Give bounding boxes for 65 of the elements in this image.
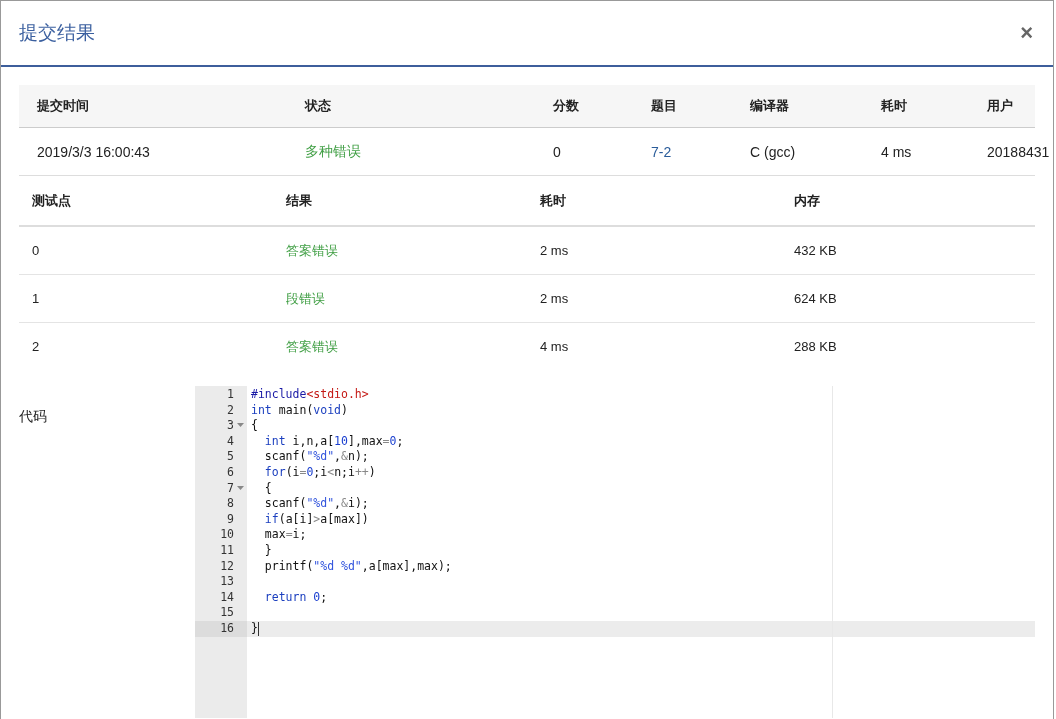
table-cell-text: 1 [32, 291, 41, 306]
table-cell-text: 0 [32, 243, 41, 258]
code-label: 代码 [19, 407, 48, 426]
code-line: #include<stdio.h> [251, 387, 369, 403]
line-number: 3 [227, 418, 234, 434]
column-header: 提交时间 [37, 97, 90, 115]
column-header: 内存 [794, 191, 821, 210]
table-cell-text: 2 ms [540, 243, 570, 258]
code-line: { [263, 480, 272, 497]
line-number: 1 [227, 387, 234, 403]
close-button[interactable]: × [1016, 20, 1037, 46]
line-number: 16 [220, 620, 234, 637]
table-cell-text: 4 ms [881, 143, 913, 160]
column-header: 用户 [987, 97, 1014, 115]
line-number: 5 [227, 449, 234, 465]
status-text: 多种错误 [305, 142, 362, 161]
problem-link[interactable]: 7-2 [651, 143, 750, 160]
line-number: 13 [220, 574, 234, 590]
code-line: scanf("%d",&n); [263, 449, 369, 465]
code-line: max=i; [263, 527, 307, 543]
table-cell-text: 0 [553, 143, 562, 160]
line-number: 4 [227, 433, 234, 450]
fold-icon[interactable] [237, 485, 244, 491]
table-cell: 20188431 [987, 143, 1050, 160]
table-cell-text: 624 KB [794, 291, 838, 306]
table-cell-text: 2019/3/3 16:00:43 [37, 143, 151, 160]
table-cell-text: C (gcc) [750, 143, 797, 160]
fold-icon[interactable] [237, 423, 244, 429]
column-header: 耗时 [540, 191, 567, 210]
table-cell-text: 2 [32, 339, 41, 354]
column-header: 分数 [553, 97, 580, 115]
code-line: int main(void) [251, 402, 348, 419]
column-header: 题目 [651, 97, 678, 115]
line-number: 8 [227, 496, 234, 512]
code-line: printf("%d %d",a[max],max); [263, 558, 452, 575]
line-number: 10 [220, 527, 234, 543]
line-number: 7 [227, 480, 234, 497]
line-number: 11 [220, 542, 234, 559]
dialog-title: 提交结果 [19, 21, 95, 45]
code-line: } [263, 542, 272, 559]
line-number: 6 [227, 464, 234, 481]
code-line: { [251, 418, 258, 434]
code-line: if(a[i]>a[max]) [263, 511, 369, 528]
column-header: 状态 [305, 97, 332, 115]
column-header: 耗时 [881, 97, 908, 115]
code-line: scanf("%d",&i); [263, 496, 369, 512]
table-cell-text: 288 KB [794, 339, 838, 354]
code-line: return 0; [263, 589, 328, 606]
code-line: } [251, 620, 258, 637]
line-number: 15 [220, 605, 234, 621]
column-header: 测试点 [32, 191, 72, 210]
line-number: 9 [227, 511, 234, 528]
table-cell-text: 432 KB [794, 243, 838, 258]
column-header: 编译器 [750, 97, 790, 115]
line-number: 12 [220, 558, 234, 575]
line-number: 14 [220, 589, 234, 606]
code-line: int i,n,a[10],max=0; [263, 433, 404, 450]
result-text: 段错误 [286, 289, 326, 308]
table-cell-text: 4 ms [540, 339, 570, 354]
line-number: 2 [227, 402, 234, 419]
result-text: 答案错误 [286, 241, 339, 260]
column-header: 结果 [286, 191, 313, 210]
result-text: 答案错误 [286, 337, 339, 356]
table-cell-text: 2 ms [540, 291, 570, 306]
code-line: for(i=0;i<n;i++) [263, 464, 376, 481]
